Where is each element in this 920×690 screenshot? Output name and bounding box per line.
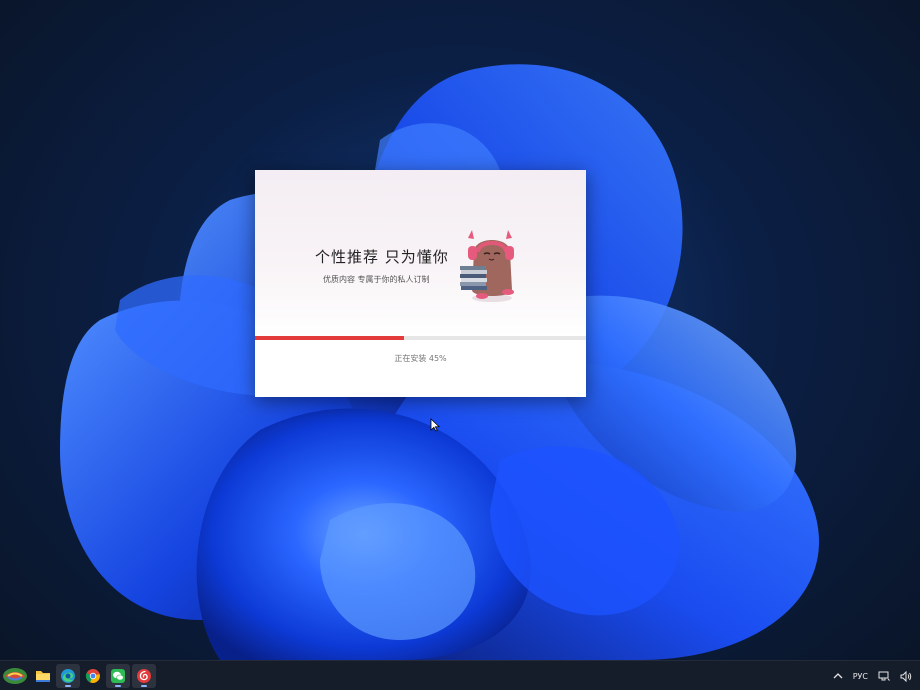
edge-running-indicator [65,685,71,687]
mascot-illustration [460,230,514,302]
file-explorer-icon [36,671,50,682]
taskbar-edge[interactable] [56,664,80,688]
start-menu-icon [3,668,27,684]
install-status-text: 正在安装 45% [394,354,447,363]
taskbar-file-explorer[interactable] [31,664,55,688]
install-progress-fill [255,336,404,340]
wechat-icon [111,669,125,683]
edge-browser-icon [61,669,75,683]
taskbar-netease-music[interactable] [132,664,156,688]
netease-music-icon [137,669,151,683]
chevron-up-icon [833,673,843,679]
start-button[interactable] [2,664,28,688]
network-icon [878,671,890,681]
speaker-icon [900,670,912,682]
system-tray: РУС [828,661,920,690]
wechat-running-indicator [115,685,121,687]
install-progress-bar [255,336,586,340]
taskbar: РУС [0,660,920,690]
installer-hero-banner: 个性推荐 只为懂你 优质内容 专属于你的私人订制 [255,170,586,336]
taskbar-chrome[interactable] [81,664,105,688]
taskbar-wechat[interactable] [106,664,130,688]
desktop: 个性推荐 只为懂你 优质内容 专属于你的私人订制 正在安装 45% РУС [0,0,920,690]
netease-running-indicator [141,685,147,687]
language-indicator[interactable]: РУС [848,661,873,690]
slogan-title: 个性推荐 只为懂你 [315,248,449,266]
mouse-cursor-icon [430,418,440,432]
slogan-subtitle: 优质内容 专属于你的私人订制 [323,275,430,284]
tray-volume-button[interactable] [895,661,920,690]
tray-overflow-button[interactable] [828,661,848,690]
installer-window[interactable]: 个性推荐 只为懂你 优质内容 专属于你的私人订制 正在安装 45% [255,170,586,397]
tray-network-button[interactable] [873,661,895,690]
chrome-browser-icon [85,669,100,683]
